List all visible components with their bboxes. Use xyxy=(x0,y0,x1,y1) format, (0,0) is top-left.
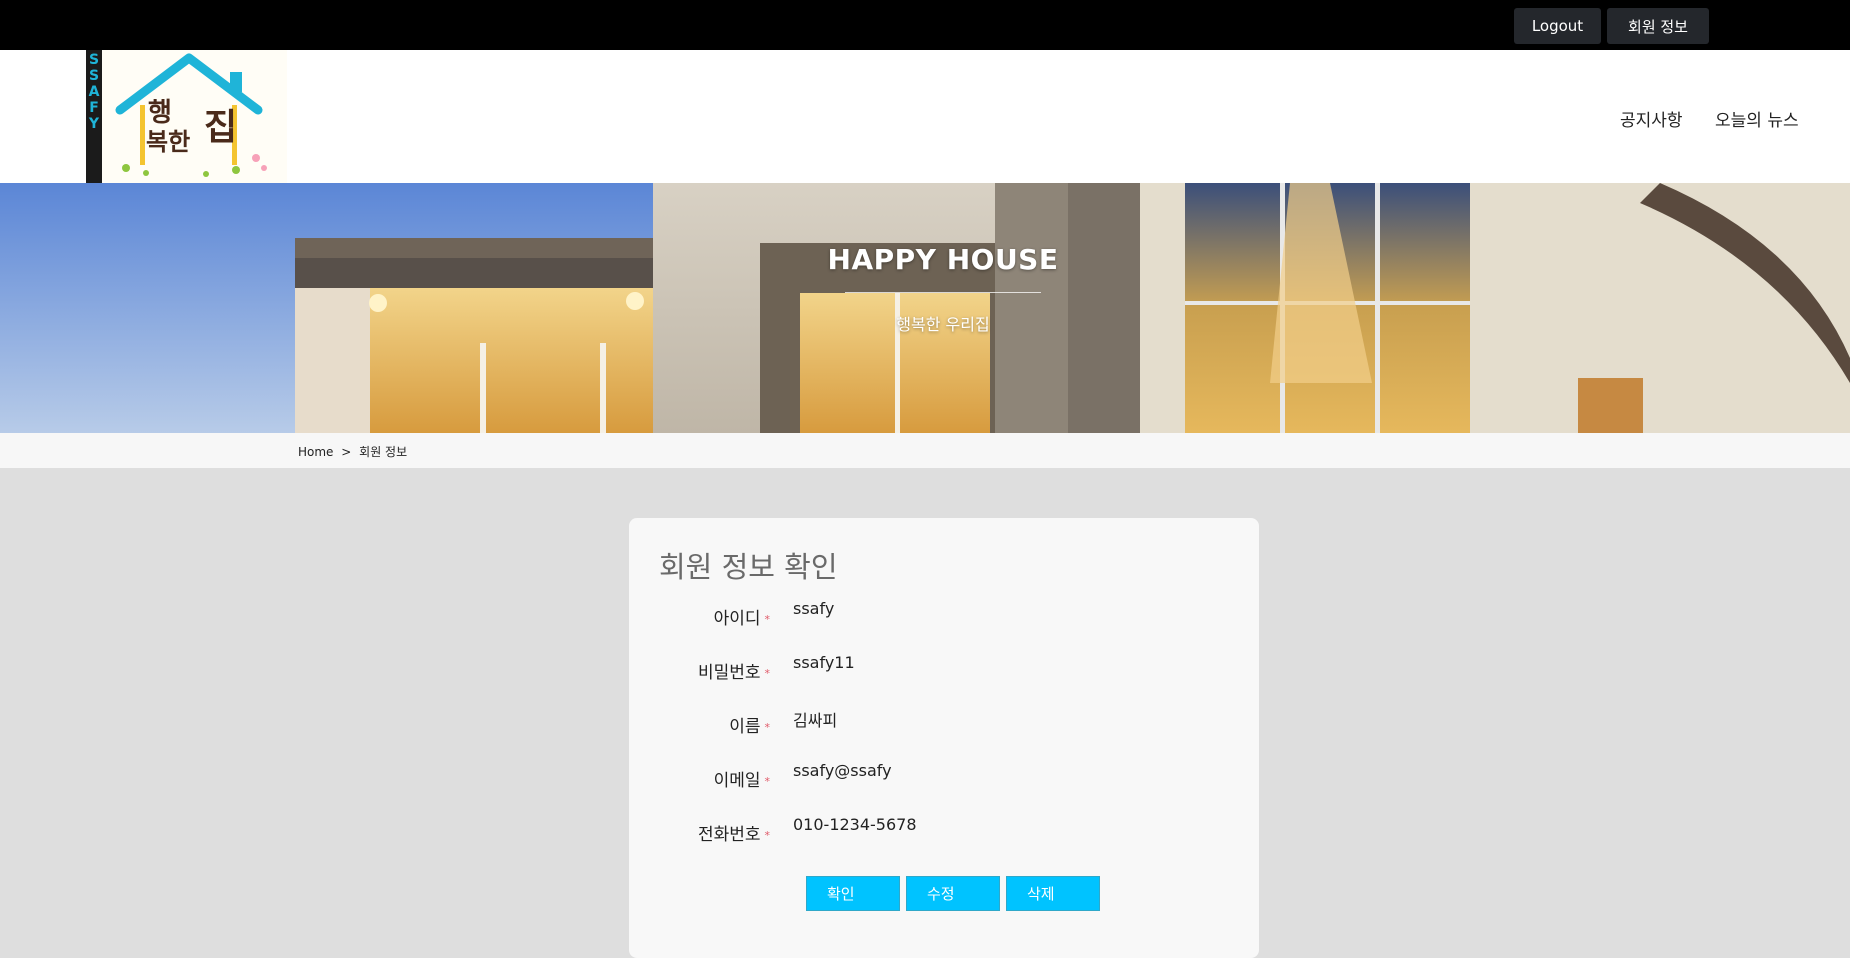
logo-text-3: 집 xyxy=(204,107,238,148)
field-value-phone: 010-1234-5678 xyxy=(793,815,917,834)
breadcrumb-current: 회원 정보 xyxy=(359,445,408,459)
hero-divider xyxy=(845,292,1041,293)
required-mark: * xyxy=(764,720,771,734)
hero-title: HAPPY HOUSE xyxy=(827,243,1059,276)
breadcrumb-bar: Home > 회원 정보 xyxy=(0,433,1850,468)
edit-button[interactable]: 수정 xyxy=(906,876,1000,911)
logo-text-2: 복한 xyxy=(146,128,191,156)
site-header: SSAFY 행 복한 집 공지사항 오늘의 뉴스 xyxy=(0,50,1850,183)
required-mark: * xyxy=(764,612,771,626)
delete-button[interactable]: 삭제 xyxy=(1006,876,1100,911)
required-mark: * xyxy=(764,828,771,842)
site-logo[interactable]: SSAFY 행 복한 집 xyxy=(86,50,287,183)
house-logo-icon xyxy=(86,50,287,183)
logo-side-text: SSAFY xyxy=(88,52,100,132)
required-mark: * xyxy=(764,774,771,788)
breadcrumb-separator: > xyxy=(341,445,352,459)
hero-subtitle: 행복한 우리집 xyxy=(896,315,990,334)
breadcrumb-home[interactable]: Home xyxy=(298,445,333,459)
card-title: 회원 정보 확인 xyxy=(659,550,838,584)
confirm-button[interactable]: 확인 xyxy=(806,876,900,911)
breadcrumb: Home > 회원 정보 xyxy=(298,443,411,460)
field-value-id: ssafy xyxy=(793,599,835,618)
hero-banner: HAPPY HOUSE 행복한 우리집 xyxy=(0,183,1850,433)
nav-notice[interactable]: 공지사항 xyxy=(1620,106,1683,131)
required-mark: * xyxy=(764,666,771,680)
top-bar: Logout 회원 정보 xyxy=(0,0,1850,50)
field-label-id: 아이디 * xyxy=(713,609,771,629)
member-info-card: 회원 정보 확인 아이디 * ssafy 비밀번호 * ssafy11 이름 * 김싸… xyxy=(629,518,1259,958)
field-label-phone: 전화번호 * xyxy=(697,825,771,845)
field-value-password: ssafy11 xyxy=(793,653,855,672)
field-value-name: 김싸피 xyxy=(793,711,838,730)
logout-button[interactable]: Logout xyxy=(1514,8,1601,44)
nav-today-news[interactable]: 오늘의 뉴스 xyxy=(1715,106,1799,131)
field-label-password: 비밀번호 * xyxy=(697,663,771,683)
field-label-email: 이메일 * xyxy=(713,771,771,791)
house-photo xyxy=(0,183,1850,433)
field-label-name: 이름 * xyxy=(729,717,771,737)
member-info-button[interactable]: 회원 정보 xyxy=(1607,8,1709,44)
field-value-email: ssafy@ssafy xyxy=(793,761,892,780)
